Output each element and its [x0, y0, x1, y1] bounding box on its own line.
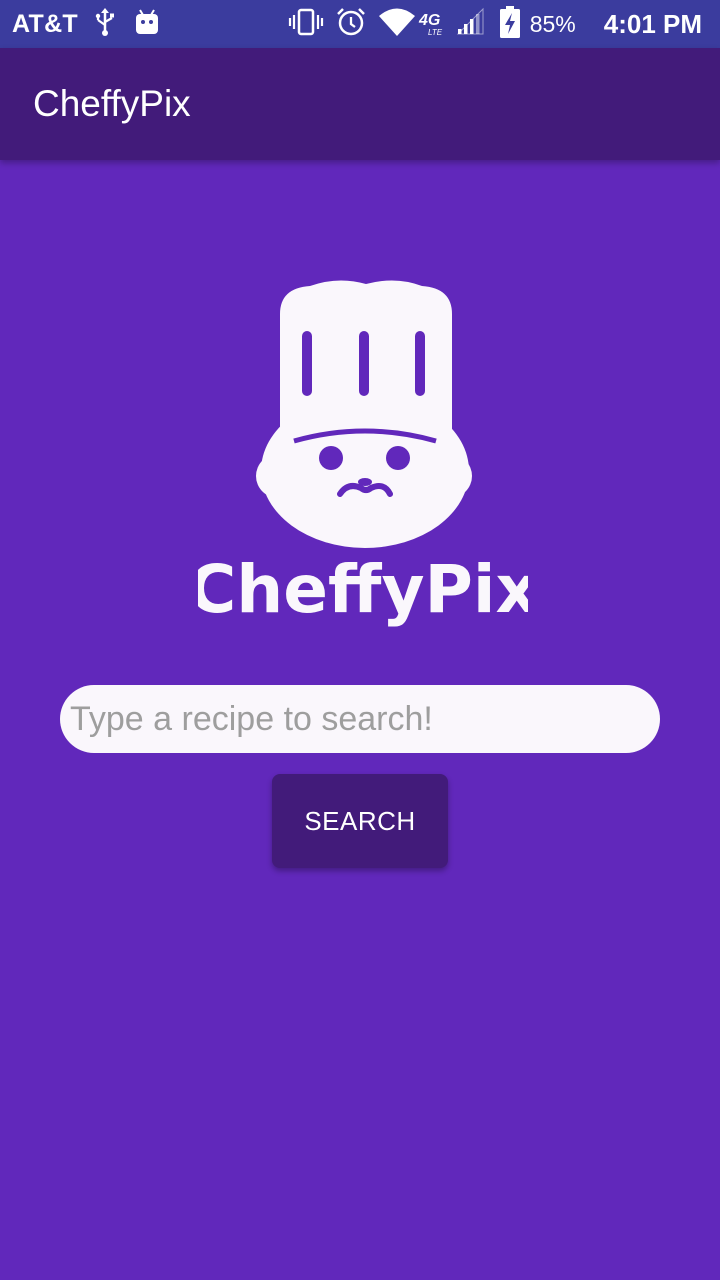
svg-text:LTE: LTE — [428, 28, 443, 37]
carrier-name: AT&T — [12, 9, 78, 38]
android-icon — [134, 8, 160, 41]
logo-wordmark: CheffyPix — [198, 551, 528, 628]
alarm-icon — [336, 7, 366, 42]
app-bar: CheffyPix — [0, 48, 720, 160]
battery-charging-icon — [499, 5, 520, 43]
lte-icon: 4G LTE — [418, 7, 450, 42]
svg-text:4G: 4G — [418, 12, 440, 29]
wifi-icon — [378, 7, 416, 42]
vibrate-icon — [288, 7, 324, 42]
chef-logo: CheffyPix — [198, 280, 528, 628]
search-button[interactable]: SEARCH — [272, 774, 448, 868]
status-bar: AT&T 4G LTE 85% 4:01 PM — [0, 0, 720, 48]
clock: 4:01 PM — [603, 8, 702, 39]
app-title: CheffyPix — [33, 83, 191, 124]
status-bar-left: AT&T — [12, 0, 160, 48]
recipe-search-input[interactable] — [60, 685, 660, 753]
usb-icon — [94, 7, 116, 42]
status-bar-right: 4G LTE 85% 4:01 PM — [288, 0, 702, 48]
battery-percentage: 85% — [529, 10, 576, 37]
signal-icon — [456, 7, 486, 42]
chef-head-icon — [256, 280, 472, 548]
